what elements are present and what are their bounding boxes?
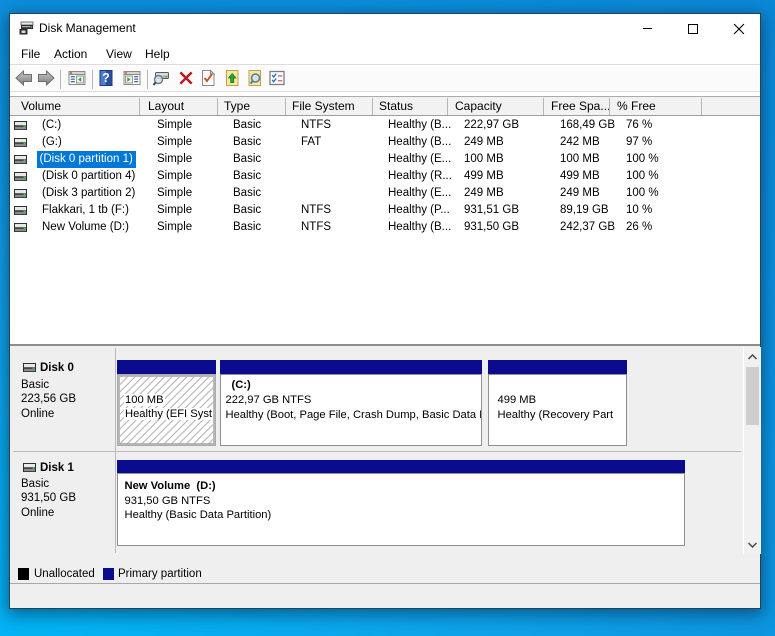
svg-text:?: ? [102,71,110,85]
